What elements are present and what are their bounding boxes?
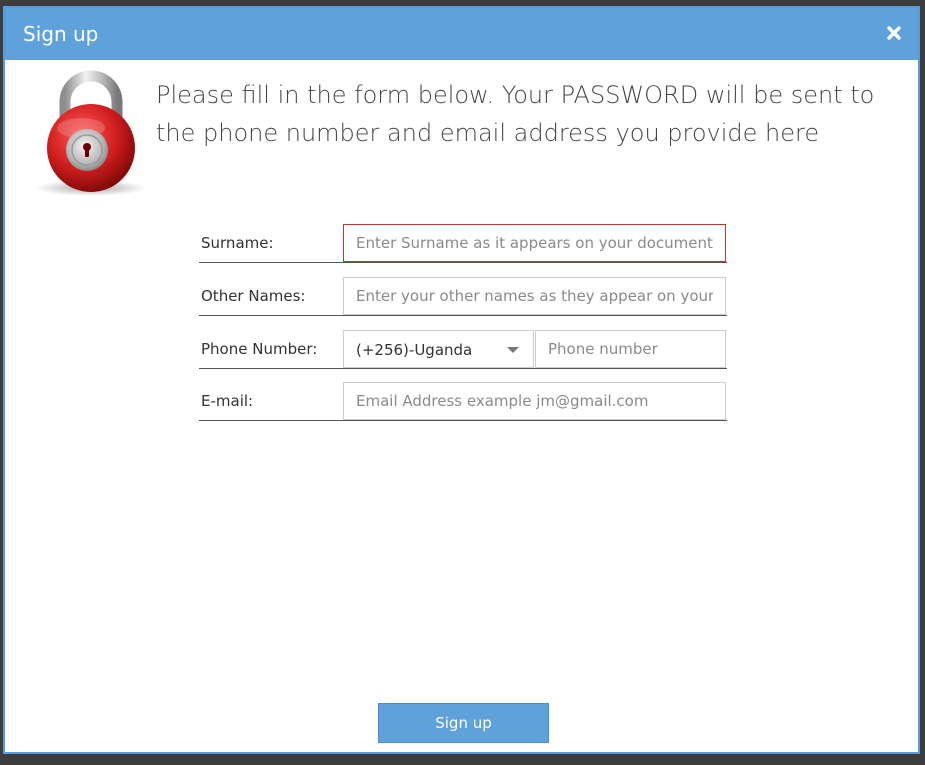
surname-row: Surname: [199,223,727,263]
other-names-label: Other Names: [201,287,306,305]
close-icon [887,26,901,40]
close-button[interactable] [884,23,904,43]
phone-label: Phone Number: [201,340,318,358]
email-row: E-mail: [199,381,727,421]
signup-dialog: Sign up Please fill in the form below. Y… [3,6,920,754]
dialog-titlebar: Sign up [5,8,918,60]
other-names-row: Other Names: [199,276,727,316]
other-names-input[interactable] [343,277,726,315]
padlock-icon [31,70,149,198]
intro-text: Please fill in the form below. Your PASS… [156,81,875,147]
phone-row: Phone Number: (+256)-Uganda [199,329,727,369]
signup-form: Surname: Other Names: Phone Number: (+25… [199,223,727,421]
email-input[interactable] [343,382,726,420]
email-label: E-mail: [201,392,254,410]
chevron-down-icon [507,347,519,353]
dialog-title: Sign up [23,22,99,46]
phone-number-input[interactable] [535,330,726,368]
surname-label: Surname: [201,234,274,252]
country-code-value: (+256)-Uganda [356,341,473,359]
country-code-select[interactable]: (+256)-Uganda [343,330,534,368]
signup-button[interactable]: Sign up [378,703,549,743]
surname-input[interactable] [343,224,726,262]
